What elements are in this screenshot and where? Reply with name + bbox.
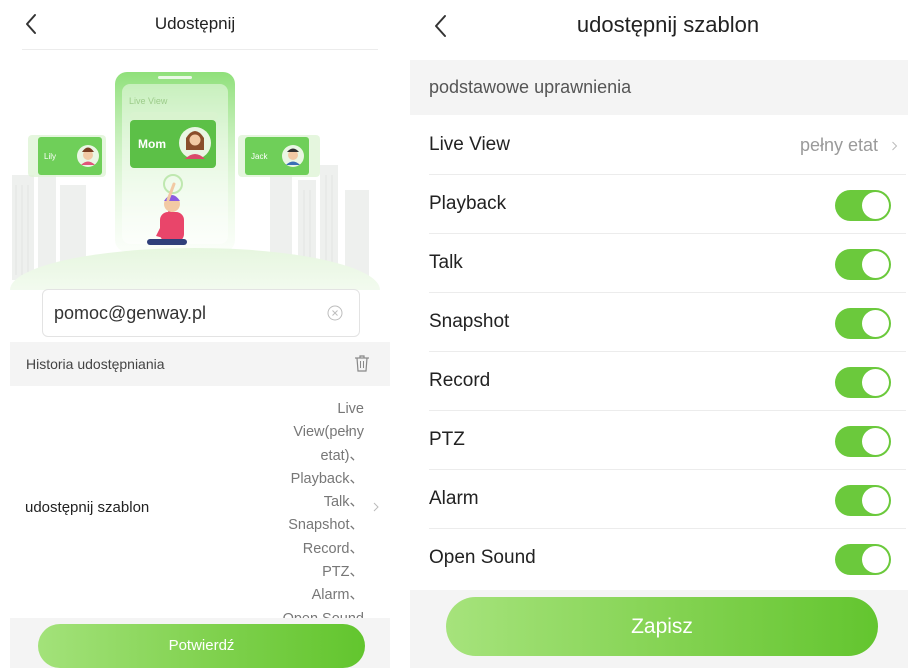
share-illustration: Live View Mom Lily Jack: [10, 72, 380, 290]
perm-line: View(pełny: [293, 424, 364, 441]
perm-line: Playback、: [290, 470, 364, 487]
share-history-label: Historia udostępniania: [26, 356, 165, 372]
section-header: podstawowe uprawnienia: [410, 60, 908, 115]
toggle-knob: [862, 546, 889, 573]
open-sound-toggle[interactable]: [835, 544, 891, 575]
snapshot-toggle[interactable]: [835, 308, 891, 339]
chevron-right-icon: [892, 141, 898, 151]
permission-label: Live View: [429, 134, 510, 155]
ptz-toggle[interactable]: [835, 426, 891, 457]
phone-live-view-text: Live View: [129, 96, 168, 106]
email-field[interactable]: pomoc@genway.pl: [42, 289, 360, 337]
toggle-knob: [862, 310, 889, 337]
permission-label: Snapshot: [429, 311, 510, 332]
card-left-name: Lily: [44, 152, 56, 161]
clear-icon[interactable]: [327, 305, 343, 321]
perm-line: Live: [337, 401, 364, 417]
email-value[interactable]: pomoc@genway.pl: [54, 303, 206, 324]
permission-value[interactable]: pełny etat: [800, 135, 878, 156]
perm-line: Alarm、: [311, 587, 364, 604]
toggle-knob: [862, 192, 889, 219]
save-button[interactable]: Zapisz: [446, 597, 878, 656]
permission-label: Open Sound: [429, 547, 536, 568]
permission-label: Playback: [429, 193, 507, 214]
permission-label: Record: [429, 370, 491, 391]
record-toggle[interactable]: [835, 367, 891, 398]
header: Udostępnij: [0, 0, 390, 50]
talk-toggle[interactable]: [835, 249, 891, 280]
permission-label: Alarm: [429, 488, 479, 509]
section-label: podstawowe uprawnienia: [429, 77, 632, 97]
permission-row-alarm: Alarm: [410, 470, 908, 529]
toggle-knob: [862, 487, 889, 514]
trash-icon[interactable]: [354, 354, 370, 372]
permission-label: PTZ: [429, 429, 465, 450]
card-right-name: Jack: [251, 152, 268, 161]
alarm-toggle[interactable]: [835, 485, 891, 516]
share-history-header: Historia udostępniania: [10, 342, 390, 386]
template-permissions-summary: Live View(pełny etat)、 Playback、 Talk、 S…: [254, 398, 364, 631]
page-title: udostępnij szablon: [576, 12, 760, 37]
toggle-knob: [862, 251, 889, 278]
share-template-screen: udostępnij szablon podstawowe uprawnieni…: [408, 0, 908, 668]
chevron-right-icon: [373, 502, 379, 512]
permission-row-live-view[interactable]: Live View pełny etat: [410, 116, 908, 175]
perm-line: PTZ、: [322, 564, 364, 581]
perm-line: Record、: [302, 540, 364, 557]
permission-label: Talk: [429, 252, 463, 273]
share-template-row[interactable]: udostępnij szablon Live View(pełny etat)…: [10, 398, 390, 627]
perm-line: Snapshot、: [288, 517, 364, 534]
card-main-name: Mom: [138, 137, 166, 151]
toggle-knob: [862, 428, 889, 455]
share-screen: Udostępnij Live View Mom Lily Jack pomoc…: [0, 0, 390, 668]
permission-row-record: Record: [410, 352, 908, 411]
permission-row-talk: Talk: [410, 234, 908, 293]
toggle-knob: [862, 369, 889, 396]
playback-toggle[interactable]: [835, 190, 891, 221]
page-title: Udostępnij: [154, 14, 236, 33]
permission-row-ptz: PTZ: [410, 411, 908, 470]
perm-line: etat)、: [320, 447, 364, 464]
perm-line: Talk、: [323, 494, 364, 511]
permission-row-snapshot: Snapshot: [410, 293, 908, 352]
share-template-label: udostępnij szablon: [25, 499, 150, 516]
permission-row-open-sound: Open Sound: [410, 529, 908, 588]
permission-row-playback: Playback: [410, 175, 908, 234]
confirm-button[interactable]: Potwierdź: [38, 624, 365, 668]
divider: [22, 49, 378, 50]
